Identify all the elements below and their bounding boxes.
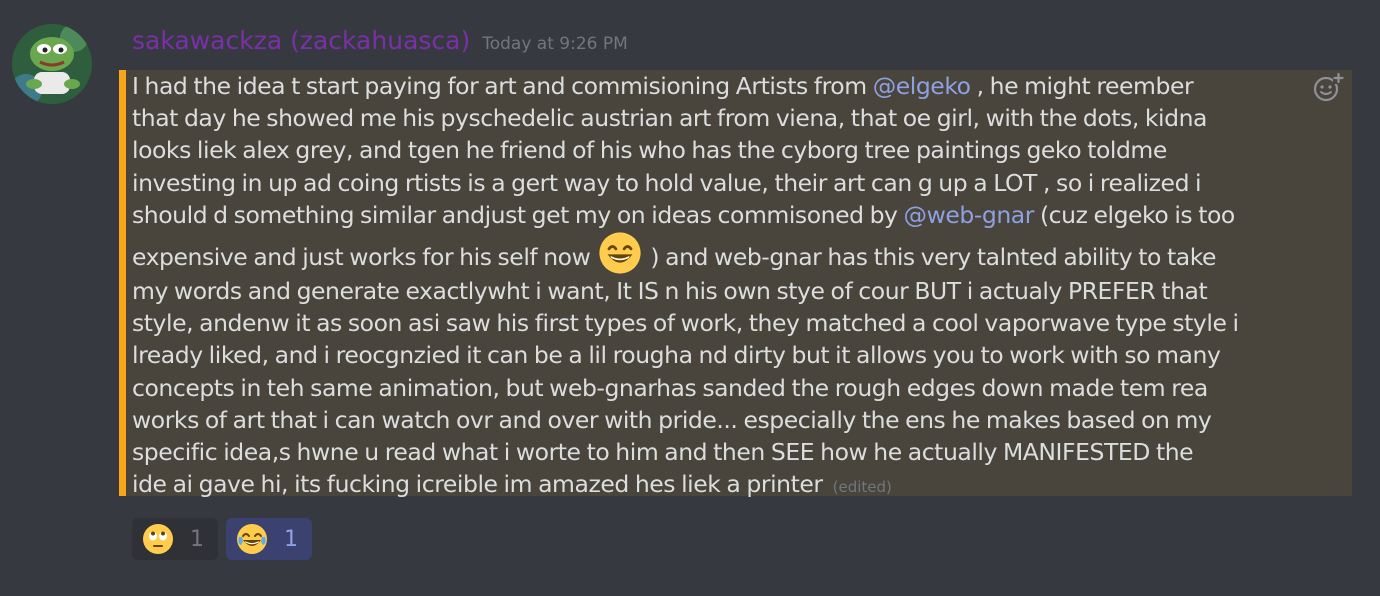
message-text: ide ai gave hi, its fucking icreible im … (132, 470, 823, 499)
message-text: style, andenw it as soon asi saw his fir… (132, 309, 1239, 338)
message-line: concepts in teh same animation, but web-… (132, 372, 1348, 404)
message-text: investing in up ad coing rtists is a ger… (132, 168, 1202, 197)
message-line: investing in up ad coing rtists is a ger… (132, 167, 1348, 199)
message-text: I had the idea t start paying for art an… (132, 72, 873, 100)
message-line: that day he showed me his pyschedelic au… (132, 102, 1348, 134)
message-text: expensive and just works for his self no… (132, 243, 597, 272)
message-text: specific idea,s hwne u read what i worte… (132, 438, 1194, 467)
reaction-button[interactable]: 1 (226, 518, 312, 560)
face-with-tears-of-joy-emoji (237, 524, 267, 554)
message-text: ) and web-gnar has this very talnted abi… (644, 243, 1217, 272)
message-line: expensive and just works for his self no… (132, 231, 1348, 275)
message-line: specific idea,s hwne u read what i worte… (132, 436, 1348, 468)
message-text: should d something similar andjust get m… (132, 200, 904, 229)
message-text: my words and generate exactlywht i want,… (132, 277, 1208, 306)
timestamp: Today at 9:26 PM (482, 34, 628, 54)
message-content: I had the idea t start paying for art an… (132, 70, 1348, 503)
user-mention[interactable]: @elgeko (873, 72, 971, 100)
reaction-count: 1 (284, 526, 298, 552)
message-header: sakawackza (zackahuasca) Today at 9:26 PM (132, 26, 628, 55)
message-line: style, andenw it as soon asi saw his fir… (132, 307, 1348, 339)
message-text: that day he showed me his pyschedelic au… (132, 104, 1207, 133)
avatar[interactable] (12, 24, 92, 104)
reaction-count: 1 (190, 526, 204, 552)
message-line: looks liek alex grey, and tgen he friend… (132, 134, 1348, 166)
reactions-bar: 11 (132, 518, 312, 560)
message-line: I had the idea t start paying for art an… (132, 70, 1348, 102)
chat-message: sakawackza (zackahuasca) Today at 9:26 PM… (0, 0, 1380, 596)
message-text: works of art that i can watch ovr and ov… (132, 405, 1212, 434)
message-text: lready liked, and i reocgnzied it can be… (132, 341, 1221, 370)
message-text: looks liek alex grey, and tgen he friend… (132, 136, 1167, 165)
message-text: , he might reember (970, 72, 1194, 100)
reaction-button[interactable]: 1 (132, 518, 218, 560)
username[interactable]: sakawackza (zackahuasca) (132, 26, 470, 55)
message-line: works of art that i can watch ovr and ov… (132, 404, 1348, 436)
message-line: ide ai gave hi, its fucking icreible im … (132, 468, 1348, 503)
message-text: (cuz elgeko is too (1033, 200, 1235, 229)
user-mention[interactable]: @web-gnar (904, 201, 1035, 229)
grinning-face-emoji (599, 232, 642, 274)
message-line: my words and generate exactlywht i want,… (132, 275, 1348, 307)
face-with-rolling-eyes-emoji (143, 524, 173, 554)
message-text: concepts in teh same animation, but web-… (132, 373, 1208, 402)
edited-label: (edited) (832, 478, 892, 497)
message-line: lready liked, and i reocgnzied it can be… (132, 339, 1348, 371)
message-line: should d something similar andjust get m… (132, 199, 1348, 231)
